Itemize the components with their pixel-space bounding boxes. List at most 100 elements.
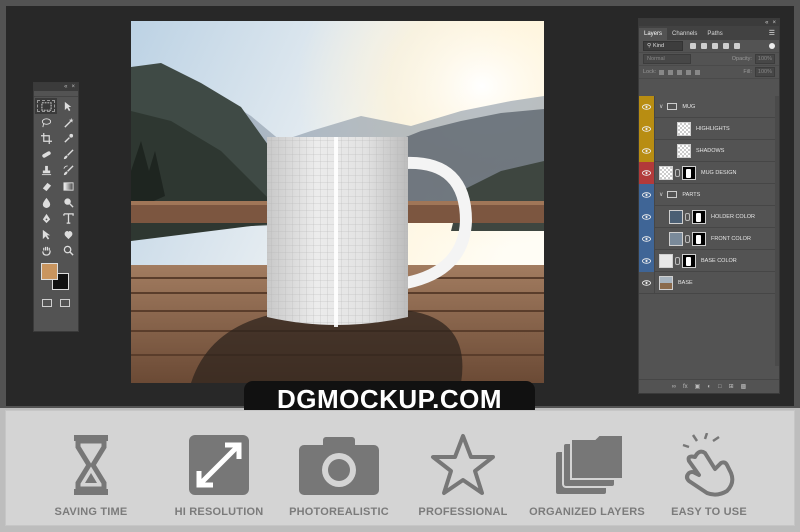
new-layer-icon[interactable]: ⊞	[729, 383, 734, 390]
foreground-color-swatch[interactable]	[41, 263, 58, 280]
mug-mockup-image	[131, 21, 544, 383]
close-icon[interactable]: ×	[71, 84, 75, 90]
feature-label: PROFESSIONAL	[418, 506, 508, 518]
document-canvas[interactable]	[131, 21, 544, 383]
layer-name: MUG DESIGN	[701, 169, 737, 176]
quick-mask-icon[interactable]	[42, 299, 52, 307]
pen-tool[interactable]	[35, 210, 57, 226]
layer-list: ∨ MUG HIGHLIGHTS SHADOWS MUG DESIGN ∨ PA…	[639, 95, 779, 294]
lock-pixels-icon[interactable]	[668, 69, 674, 75]
filter-toggle[interactable]	[769, 43, 775, 49]
history-brush-tool[interactable]	[57, 162, 79, 178]
visibility-toggle[interactable]	[639, 183, 655, 206]
pixel-filter-icon[interactable]	[690, 43, 696, 49]
visibility-toggle[interactable]	[639, 117, 655, 140]
path-select-tool[interactable]	[35, 226, 57, 242]
move-tool[interactable]	[57, 98, 79, 114]
visibility-toggle[interactable]	[639, 95, 655, 118]
layer-row-base-color[interactable]: BASE COLOR	[639, 249, 779, 272]
add-mask-icon[interactable]: ▣	[695, 383, 701, 390]
fx-icon[interactable]: fx	[683, 384, 688, 390]
lock-transparency-icon[interactable]	[659, 69, 665, 75]
panel-menu-icon[interactable]: ☰	[769, 29, 775, 37]
feature-label: EASY TO USE	[671, 506, 747, 518]
hand-tool[interactable]	[35, 242, 57, 258]
eyedropper-tool[interactable]	[57, 130, 79, 146]
lock-position-icon[interactable]	[677, 69, 683, 75]
marquee-icon	[40, 101, 52, 111]
fill-thumbnail	[669, 209, 683, 224]
new-group-icon[interactable]: □	[718, 384, 722, 390]
adjustment-layer-icon[interactable]: ◐	[707, 384, 711, 390]
chevron-down-icon[interactable]: ∨	[659, 191, 663, 198]
layer-row-shadows[interactable]: SHADOWS	[639, 139, 779, 162]
tools-panel: « ×	[33, 82, 79, 332]
type-filter-icon[interactable]	[712, 43, 718, 49]
color-swatches[interactable]	[34, 259, 78, 295]
collapse-icon[interactable]: «	[64, 84, 67, 90]
gradient-icon	[62, 181, 74, 191]
layers-panel-header[interactable]: « ×	[639, 19, 779, 26]
tab-channels[interactable]: Channels	[667, 28, 702, 40]
brush-tool[interactable]	[57, 146, 79, 162]
zoom-tool[interactable]	[57, 242, 79, 258]
layer-mask-thumbnail[interactable]	[682, 253, 696, 268]
link-icon[interactable]	[675, 168, 680, 177]
healing-tool[interactable]	[35, 146, 57, 162]
visibility-toggle[interactable]	[639, 161, 655, 184]
type-tool[interactable]	[57, 210, 79, 226]
layer-row-mug-design[interactable]: MUG DESIGN	[639, 161, 779, 184]
lock-all-icon[interactable]	[695, 69, 701, 75]
visibility-toggle[interactable]	[639, 205, 655, 228]
visibility-toggle[interactable]	[639, 249, 655, 272]
lock-artboard-icon[interactable]	[686, 69, 692, 75]
blur-tool[interactable]	[35, 194, 57, 210]
tab-layers[interactable]: Layers	[639, 28, 668, 40]
visibility-toggle[interactable]	[639, 271, 655, 294]
tools-panel-header[interactable]: « ×	[34, 83, 78, 91]
close-icon[interactable]: ×	[772, 20, 776, 26]
layer-mask-thumbnail[interactable]	[692, 209, 706, 224]
fill-input[interactable]: 100%	[754, 67, 775, 77]
link-layers-icon[interactable]: ∞	[672, 384, 676, 390]
tab-paths[interactable]: Paths	[702, 28, 727, 40]
shape-tool[interactable]	[57, 226, 79, 242]
brush-icon	[63, 148, 74, 159]
chevron-down-icon[interactable]: ∨	[659, 103, 663, 110]
stamp-tool[interactable]	[35, 162, 57, 178]
marquee-tool[interactable]	[35, 98, 57, 114]
layer-row-base[interactable]: BASE	[639, 271, 779, 294]
layer-mask-thumbnail[interactable]	[682, 165, 696, 180]
layers-scrollbar[interactable]	[775, 96, 779, 366]
layer-mask-thumbnail[interactable]	[692, 231, 706, 246]
crop-tool[interactable]	[35, 130, 57, 146]
blend-mode-select[interactable]: Normal	[643, 54, 691, 64]
visibility-toggle[interactable]	[639, 139, 655, 162]
layer-row-front-color[interactable]: FRONT COLOR	[639, 227, 779, 250]
layer-row-holder-color[interactable]: HOLDER COLOR	[639, 205, 779, 228]
opacity-input[interactable]: 100%	[754, 54, 775, 64]
dodge-tool[interactable]	[57, 194, 79, 210]
magic-wand-tool[interactable]	[57, 114, 79, 130]
link-icon[interactable]	[675, 256, 680, 265]
eraser-tool[interactable]	[35, 178, 57, 194]
drop-icon	[42, 197, 50, 208]
layer-row-mug[interactable]: ∨ MUG	[639, 95, 779, 118]
collapse-icon[interactable]: «	[765, 20, 768, 26]
shape-filter-icon[interactable]	[723, 43, 729, 49]
layer-row-parts[interactable]: ∨ PARTS	[639, 183, 779, 206]
filter-kind-select[interactable]: ⚲ Kind	[643, 41, 683, 51]
adjustment-filter-icon[interactable]	[701, 43, 707, 49]
smart-object-filter-icon[interactable]	[734, 43, 740, 49]
gradient-tool[interactable]	[57, 178, 79, 194]
screen-mode-icon[interactable]	[60, 299, 70, 307]
feature-label: PHOTOREALISTIC	[289, 506, 389, 518]
move-icon	[64, 101, 71, 111]
trash-icon[interactable]: ▩	[741, 383, 747, 390]
lasso-tool[interactable]	[35, 114, 57, 130]
type-icon	[62, 212, 74, 224]
visibility-toggle[interactable]	[639, 227, 655, 250]
link-icon[interactable]	[685, 212, 690, 221]
layer-row-highlights[interactable]: HIGHLIGHTS	[639, 117, 779, 140]
link-icon[interactable]	[685, 234, 690, 243]
